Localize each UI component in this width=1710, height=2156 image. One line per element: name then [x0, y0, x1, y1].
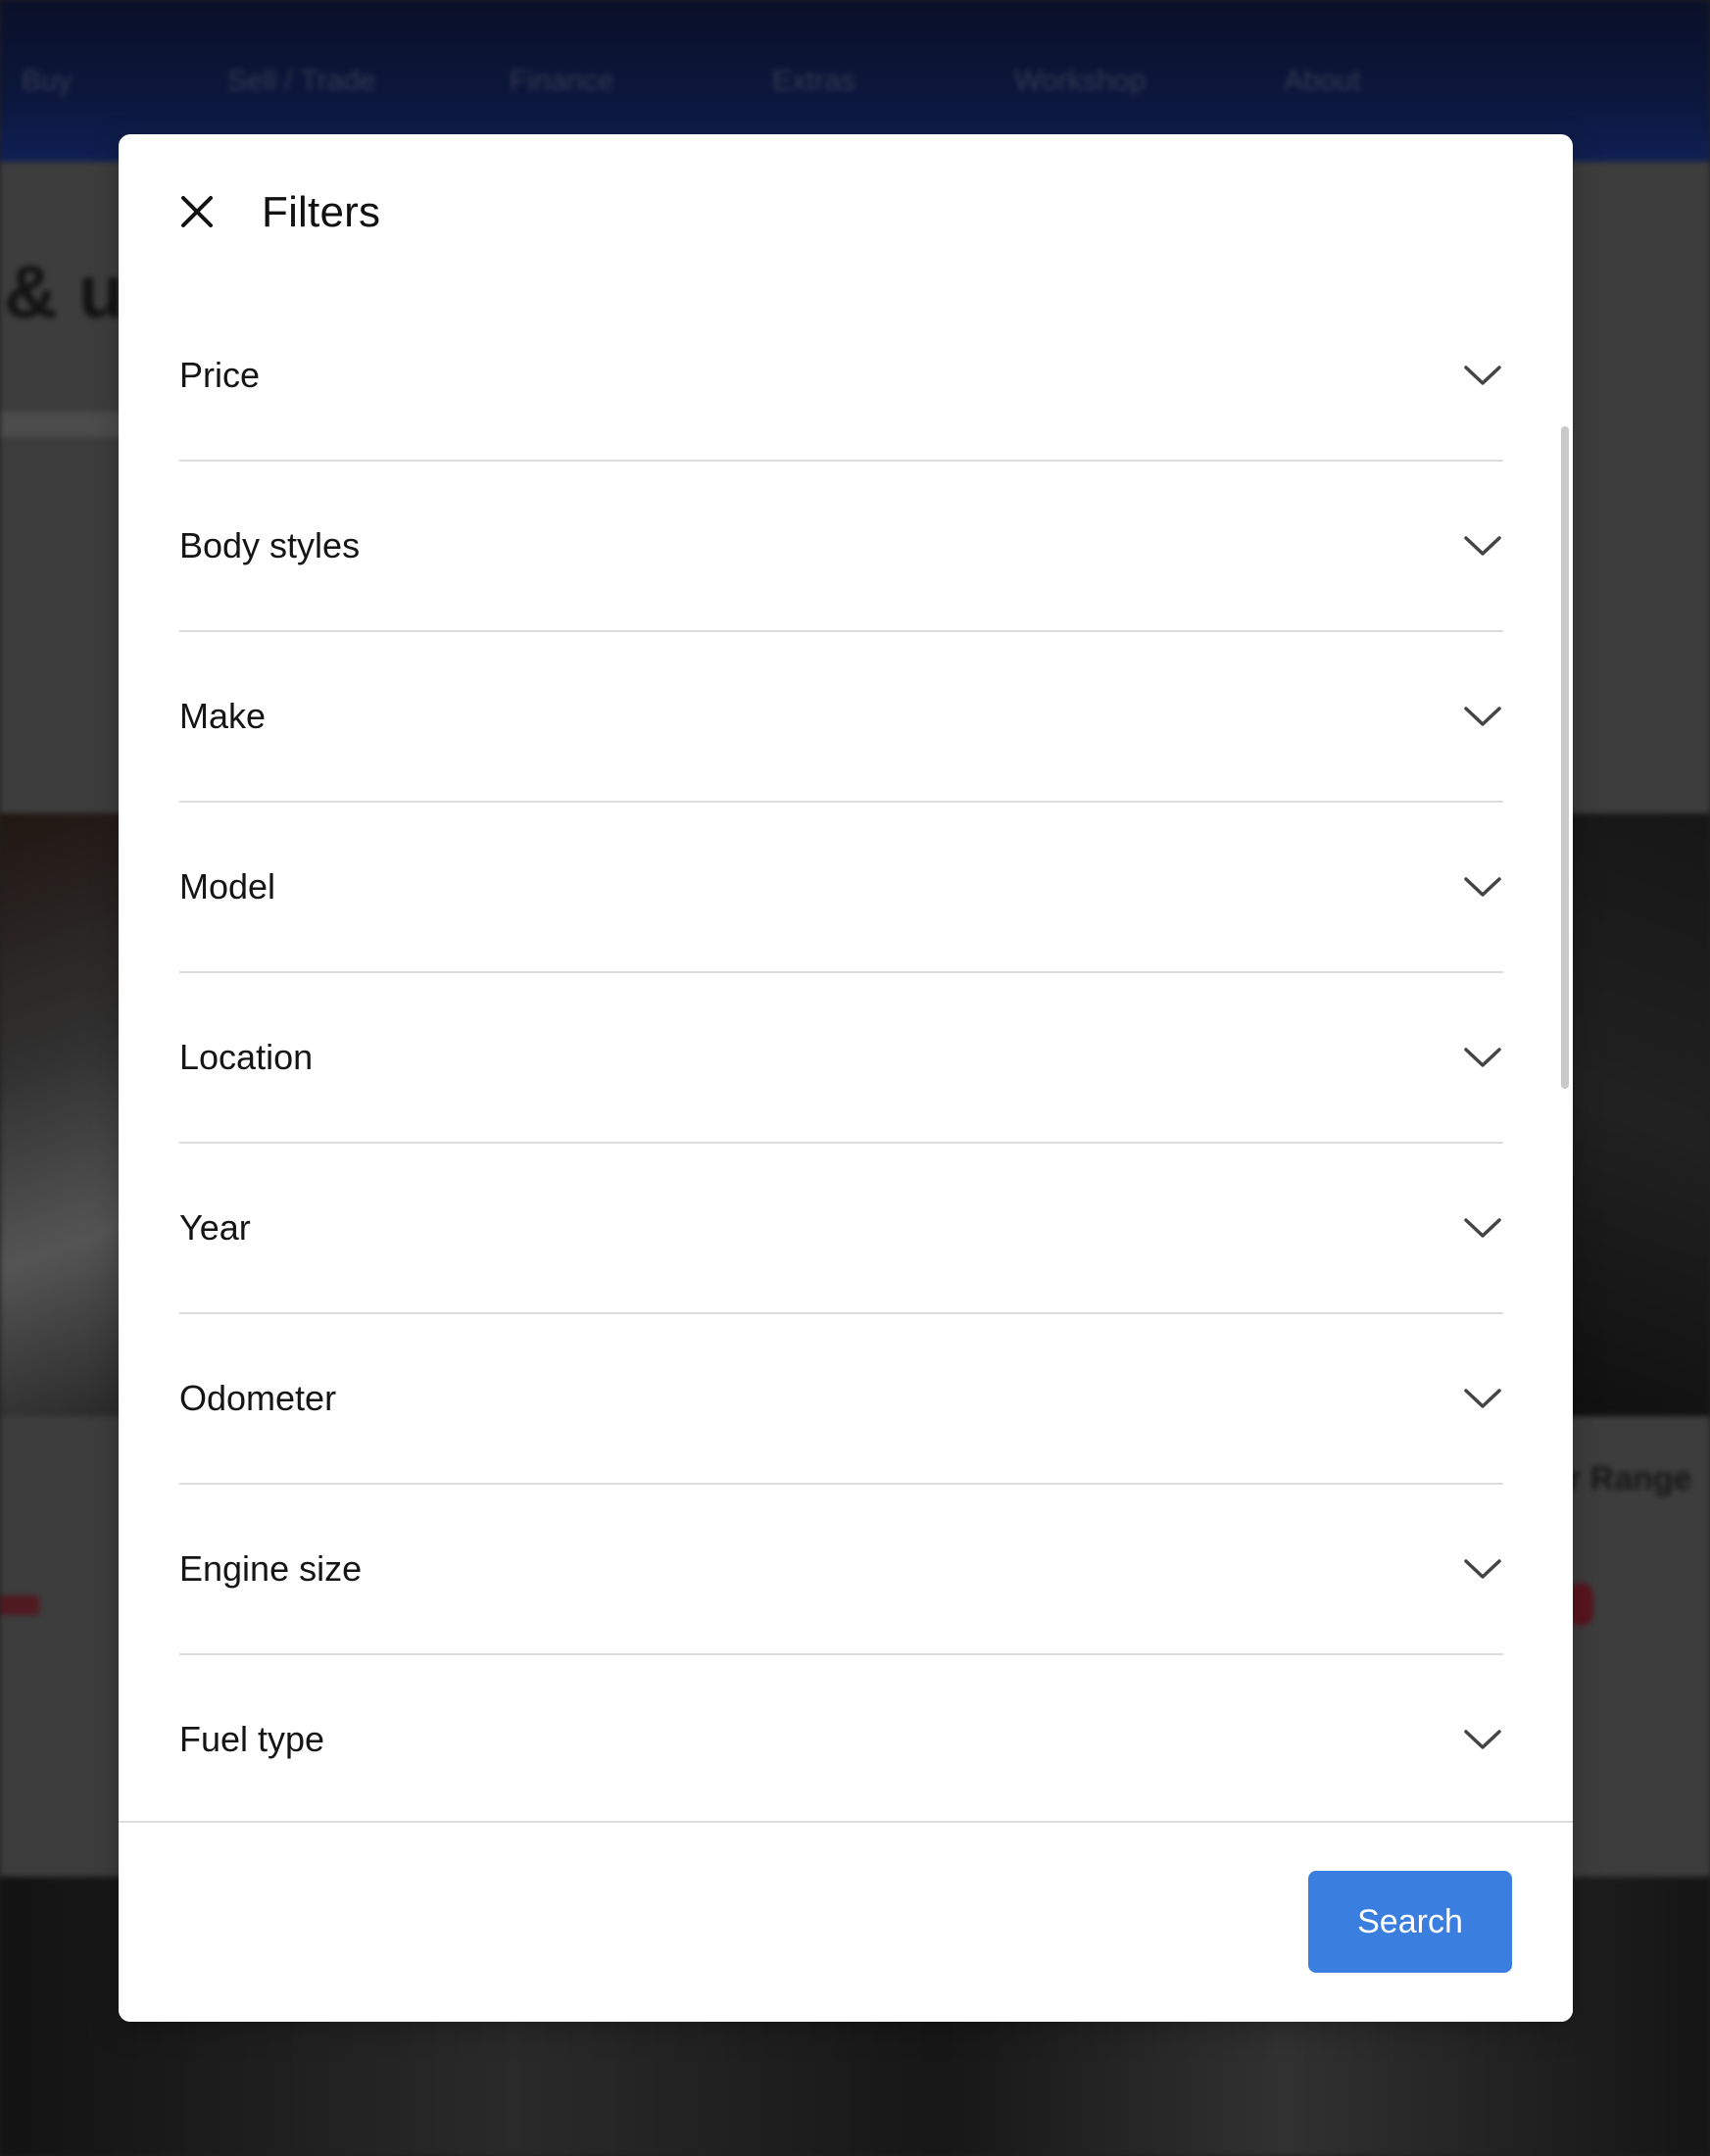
filter-body-styles[interactable]: Body styles: [179, 462, 1503, 632]
filters-list[interactable]: Price Body styles Make Model Location Ye…: [119, 291, 1573, 1956]
filter-label: Body styles: [179, 525, 361, 565]
chevron-down-icon: [1464, 1730, 1501, 1749]
chevron-down-icon: [1464, 1218, 1501, 1238]
filter-label: Make: [179, 696, 267, 736]
filter-engine-size[interactable]: Engine size: [179, 1485, 1503, 1655]
chevron-down-icon: [1464, 1559, 1501, 1579]
filter-label: Odometer: [179, 1378, 337, 1418]
close-icon: [181, 196, 213, 227]
filter-model[interactable]: Model: [179, 803, 1503, 973]
filter-label: Location: [179, 1037, 314, 1077]
filter-label: Engine size: [179, 1548, 363, 1589]
filter-location[interactable]: Location: [179, 973, 1503, 1144]
chevron-down-icon: [1464, 707, 1501, 726]
modal-footer: Search: [119, 1821, 1573, 2022]
modal-title: Filters: [262, 188, 381, 236]
filter-price[interactable]: Price: [179, 291, 1503, 462]
filter-label: Fuel type: [179, 1719, 325, 1759]
filter-odometer[interactable]: Odometer: [179, 1314, 1503, 1485]
search-button[interactable]: Search: [1308, 1871, 1512, 1973]
chevron-down-icon: [1464, 1389, 1501, 1408]
chevron-down-icon: [1464, 536, 1501, 556]
filter-year[interactable]: Year: [179, 1144, 1503, 1314]
filters-modal: Filters Price Body styles Make Model Loc…: [119, 134, 1573, 2022]
filter-label: Price: [179, 355, 261, 395]
scrollbar-thumb[interactable]: [1561, 426, 1569, 1089]
filter-fuel-type[interactable]: Fuel type: [179, 1655, 1503, 1826]
chevron-down-icon: [1464, 877, 1501, 897]
scrollbar[interactable]: [1561, 291, 1569, 1956]
modal-header: Filters: [119, 134, 1573, 291]
filter-label: Year: [179, 1207, 251, 1248]
chevron-down-icon: [1464, 366, 1501, 385]
filter-make[interactable]: Make: [179, 632, 1503, 803]
close-button[interactable]: [175, 190, 219, 233]
chevron-down-icon: [1464, 1048, 1501, 1067]
filter-label: Model: [179, 866, 276, 906]
